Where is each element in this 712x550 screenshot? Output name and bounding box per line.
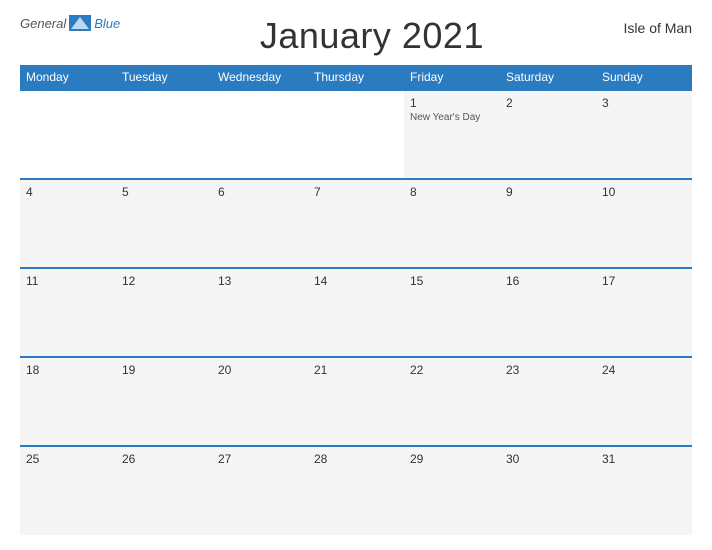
day-number: 19 [122,363,206,377]
calendar-day-cell: 31 [596,446,692,535]
logo-flag-icon [69,15,91,31]
calendar-title: January 2021 [260,15,484,56]
calendar-day-cell: 26 [116,446,212,535]
day-number: 11 [26,274,110,288]
calendar-day-cell [212,90,308,179]
day-number: 29 [410,452,494,466]
calendar-day-cell: 1 New Year's Day [404,90,500,179]
day-number: 8 [410,185,494,199]
calendar-day-cell: 29 [404,446,500,535]
calendar-day-cell: 14 [308,268,404,357]
calendar-day-cell: 24 [596,357,692,446]
calendar-day-cell [20,90,116,179]
weekday-header-sunday: Sunday [596,65,692,90]
weekday-header-monday: Monday [20,65,116,90]
calendar-day-cell: 21 [308,357,404,446]
day-number: 9 [506,185,590,199]
calendar-day-cell: 7 [308,179,404,268]
title-area: January 2021 [120,15,623,57]
weekday-header-tuesday: Tuesday [116,65,212,90]
calendar-day-cell: 3 [596,90,692,179]
calendar-day-cell: 10 [596,179,692,268]
calendar-day-cell: 30 [500,446,596,535]
logo-blue-text: Blue [94,16,120,31]
calendar-page: General Blue January 2021 Isle of Man Mo… [0,0,712,550]
day-number: 27 [218,452,302,466]
calendar-day-cell: 20 [212,357,308,446]
day-number: 20 [218,363,302,377]
calendar-week-row: 18 19 20 21 22 23 24 [20,357,692,446]
day-number: 16 [506,274,590,288]
calendar-day-cell: 8 [404,179,500,268]
day-number: 5 [122,185,206,199]
day-number: 12 [122,274,206,288]
logo: General Blue [20,15,120,31]
weekday-header-row: MondayTuesdayWednesdayThursdayFridaySatu… [20,65,692,90]
calendar-day-cell: 6 [212,179,308,268]
day-number: 30 [506,452,590,466]
day-number: 13 [218,274,302,288]
calendar-week-row: 456789 10 [20,179,692,268]
calendar-day-cell: 13 [212,268,308,357]
day-number: 25 [26,452,110,466]
day-number: 28 [314,452,398,466]
calendar-day-cell: 22 [404,357,500,446]
calendar-day-cell: 11 [20,268,116,357]
calendar-day-cell: 25 [20,446,116,535]
day-number: 24 [602,363,686,377]
day-number: 2 [506,96,590,110]
calendar-day-cell [308,90,404,179]
day-number: 14 [314,274,398,288]
calendar-day-cell [116,90,212,179]
logo-general-text: General [20,16,66,31]
calendar-week-row: 25 26 27 28 29 30 31 [20,446,692,535]
day-number: 18 [26,363,110,377]
day-number: 3 [602,96,686,110]
calendar-day-cell: 19 [116,357,212,446]
calendar-day-cell: 23 [500,357,596,446]
calendar-day-cell: 18 [20,357,116,446]
weekday-header-friday: Friday [404,65,500,90]
calendar-day-cell: 4 [20,179,116,268]
day-number: 15 [410,274,494,288]
day-number: 21 [314,363,398,377]
day-number: 4 [26,185,110,199]
calendar-week-row: 11 12 13 14 15 16 17 [20,268,692,357]
calendar-table: MondayTuesdayWednesdayThursdayFridaySatu… [20,65,692,535]
weekday-header-wednesday: Wednesday [212,65,308,90]
weekday-header-thursday: Thursday [308,65,404,90]
calendar-header: General Blue January 2021 Isle of Man [20,15,692,57]
weekday-header-saturday: Saturday [500,65,596,90]
calendar-day-cell: 16 [500,268,596,357]
day-number: 31 [602,452,686,466]
calendar-day-cell: 9 [500,179,596,268]
calendar-day-cell: 28 [308,446,404,535]
holiday-label: New Year's Day [410,112,494,123]
calendar-day-cell: 12 [116,268,212,357]
calendar-day-cell: 5 [116,179,212,268]
calendar-day-cell: 15 [404,268,500,357]
day-number: 10 [602,185,686,199]
day-number: 6 [218,185,302,199]
calendar-day-cell: 17 [596,268,692,357]
day-number: 17 [602,274,686,288]
day-number: 1 [410,96,494,110]
calendar-day-cell: 27 [212,446,308,535]
day-number: 23 [506,363,590,377]
day-number: 7 [314,185,398,199]
calendar-week-row: 1 New Year's Day 23 [20,90,692,179]
calendar-day-cell: 2 [500,90,596,179]
region-label: Isle of Man [624,15,692,36]
day-number: 26 [122,452,206,466]
day-number: 22 [410,363,494,377]
